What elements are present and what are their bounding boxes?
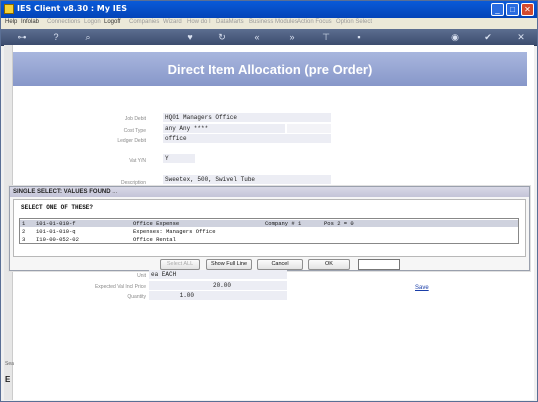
- row-code: 101-01-010-q: [36, 228, 76, 235]
- menu-connections[interactable]: Connections: [47, 19, 80, 25]
- globe-icon[interactable]: ◉: [450, 32, 460, 42]
- menu-infolab[interactable]: Infolab: [21, 19, 39, 25]
- search-icon[interactable]: ⌕: [83, 32, 93, 42]
- page-banner: Direct Item Allocation (pre Order): [13, 52, 527, 86]
- row-company: Company # 1: [265, 220, 302, 227]
- quantity-field[interactable]: 1.00: [149, 291, 287, 300]
- row-code: I10-00-052-02: [36, 236, 79, 243]
- show-full-line-button[interactable]: Show Full Line: [206, 259, 252, 270]
- description-field[interactable]: Sweetex, 500, Swivel Tube: [163, 175, 331, 184]
- refresh-icon[interactable]: ↻: [217, 32, 227, 42]
- menu-how-do-i[interactable]: How do I: [187, 19, 211, 25]
- title-bar[interactable]: IES Client v8.30 : My IES _ □ ✕: [1, 1, 537, 18]
- save-link[interactable]: Save: [415, 285, 429, 291]
- select-all-button[interactable]: Select ALL: [160, 259, 200, 270]
- unit-field[interactable]: ea EACH: [149, 270, 287, 279]
- menu-option-select[interactable]: Option Select: [336, 19, 372, 25]
- ok-button[interactable]: OK: [308, 259, 350, 270]
- dialog-title: SINGLE SELECT: VALUES FOUND: [13, 189, 111, 195]
- toolbar: ⊶ ? ⌕ ♥ ↻ « » ⊤ ▪ ◉ ✔ ✕: [1, 29, 537, 46]
- cost-type-label: Cost Type: [123, 128, 146, 134]
- job-debit-label: Job Debit: [124, 116, 146, 122]
- row-number: 1: [22, 220, 26, 227]
- dialog-title-bar: SINGLE SELECT: VALUES FOUND ...: [10, 187, 529, 197]
- vat-label: Vat Y/N: [129, 158, 146, 164]
- row-name: Office Expense: [133, 220, 180, 227]
- menu-datamarts[interactable]: DataMarts: [216, 19, 244, 25]
- list-item[interactable]: 2 101-01-010-q Expenses: Managers Office: [20, 228, 518, 235]
- menu-business-modules[interactable]: Business Modules: [249, 19, 298, 25]
- help-icon[interactable]: ?: [51, 32, 61, 42]
- row-number: 2: [22, 228, 26, 235]
- single-select-dialog: SINGLE SELECT: VALUES FOUND ... SELECT O…: [9, 186, 530, 271]
- row-pos: Pos 2 = 0: [324, 220, 354, 227]
- values-list[interactable]: 1 101-01-010-f Office Expense Company # …: [19, 218, 519, 244]
- close-icon[interactable]: ✕: [516, 32, 526, 42]
- unit-label: Unit: [137, 273, 146, 279]
- key-icon[interactable]: ⊶: [14, 32, 30, 42]
- cost-type-extra-field: [287, 124, 331, 133]
- rewind-icon[interactable]: «: [252, 32, 262, 42]
- window-title: IES Client v8.30 : My IES: [17, 4, 127, 13]
- list-item[interactable]: 1 101-01-010-f Office Expense Company # …: [20, 220, 518, 227]
- menu-action-focus[interactable]: Action Focus: [297, 19, 332, 25]
- lookup-input[interactable]: [358, 259, 400, 270]
- page-icon[interactable]: ▪: [354, 32, 364, 42]
- menu-bar: Help Infolab Connections Logon Logoff Co…: [1, 18, 537, 29]
- menu-help[interactable]: Help: [5, 19, 17, 25]
- left-strip-icon-label[interactable]: E: [5, 375, 10, 384]
- maximize-button[interactable]: □: [506, 3, 519, 16]
- dialog-body: SELECT ONE OF THESE? 1 101-01-010-f Offi…: [13, 199, 526, 257]
- expected-price-label: Expected Val Incl Price: [94, 284, 146, 290]
- close-button[interactable]: ✕: [521, 3, 534, 16]
- expected-price-field[interactable]: 20.00: [149, 281, 287, 290]
- dialog-title-suffix: ...: [112, 189, 118, 195]
- vat-field[interactable]: Y: [163, 154, 195, 163]
- menu-logon[interactable]: Logon: [84, 19, 101, 25]
- list-item[interactable]: 3 I10-00-052-02 Office Rental: [20, 236, 518, 243]
- heart-icon[interactable]: ♥: [185, 32, 195, 42]
- ledger-debit-field[interactable]: office: [163, 134, 331, 143]
- fast-forward-icon[interactable]: »: [287, 32, 297, 42]
- cost-type-field[interactable]: any Any ****: [163, 124, 285, 133]
- menu-companies[interactable]: Companies: [129, 19, 159, 25]
- menu-wizard[interactable]: Wizard: [163, 19, 182, 25]
- page-title: Direct Item Allocation (pre Order): [167, 62, 373, 77]
- cancel-button[interactable]: Cancel: [257, 259, 303, 270]
- stop-icon[interactable]: ⊤: [321, 32, 331, 42]
- ledger-debit-label: Ledger Debit: [117, 138, 146, 144]
- quantity-label: Quantity: [127, 294, 146, 300]
- app-icon: [4, 4, 14, 14]
- minimize-button[interactable]: _: [491, 3, 504, 16]
- check-icon[interactable]: ✔: [483, 32, 493, 42]
- dialog-prompt: SELECT ONE OF THESE?: [21, 204, 94, 211]
- job-debit-field[interactable]: HQ01 Managers Office: [163, 113, 331, 122]
- row-name: Expenses: Managers Office: [133, 228, 216, 235]
- row-number: 3: [22, 236, 26, 243]
- left-strip-label[interactable]: Sea: [5, 361, 14, 367]
- row-code: 101-01-010-f: [36, 220, 76, 227]
- row-name: Office Rental: [133, 236, 176, 243]
- menu-logoff[interactable]: Logoff: [104, 19, 121, 25]
